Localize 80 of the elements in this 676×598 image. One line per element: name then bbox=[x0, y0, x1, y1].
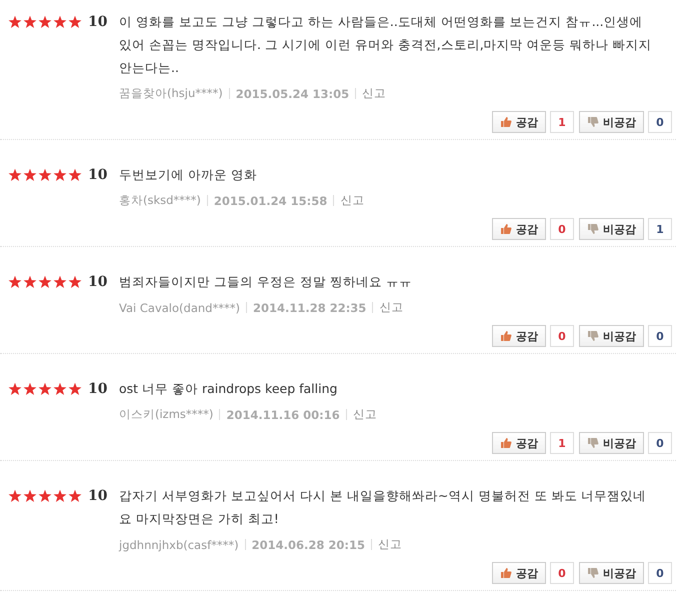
thumbs-up-icon bbox=[500, 437, 512, 449]
like-count: 0 bbox=[550, 562, 574, 584]
star-icon bbox=[68, 274, 82, 288]
star-icon bbox=[68, 382, 82, 396]
star-icon bbox=[23, 14, 37, 28]
like-count: 1 bbox=[550, 432, 574, 454]
dislike-button[interactable]: 비공감 bbox=[579, 111, 644, 133]
like-count: 0 bbox=[550, 218, 574, 240]
rating-score: 10 bbox=[88, 274, 108, 290]
star-icon bbox=[38, 382, 52, 396]
thumbs-up-icon bbox=[500, 116, 512, 128]
review-text: 범죄자들이지만 그들의 우정은 정말 찡하네요 ㅠㅠ bbox=[119, 273, 413, 291]
review-date: 2014.11.16 00:16 bbox=[226, 408, 340, 422]
rating-score: 10 bbox=[88, 166, 108, 182]
report-link[interactable]: 신고 bbox=[378, 537, 402, 552]
rating-score: 10 bbox=[88, 380, 108, 396]
star-icon bbox=[68, 14, 82, 28]
report-link[interactable]: 신고 bbox=[340, 193, 364, 208]
star-icon bbox=[8, 274, 22, 288]
like-button[interactable]: 공감 bbox=[492, 111, 546, 133]
star-icon bbox=[38, 168, 52, 182]
like-count: 1 bbox=[550, 111, 574, 133]
star-icon bbox=[38, 274, 52, 288]
review-date: 2015.01.24 15:58 bbox=[214, 194, 328, 208]
star-icon bbox=[23, 382, 37, 396]
rating-score: 10 bbox=[88, 488, 108, 504]
thumbs-down-icon bbox=[587, 330, 599, 342]
star-icon bbox=[53, 168, 67, 182]
report-link[interactable]: 신고 bbox=[379, 300, 404, 315]
review-text: 갑자기 서부영화가 보고싶어서 다시 본 내일을향해쏴라~역시 명불허전 또 봐도 너무잼있네요 마지막장면은 가히 최고! bbox=[119, 487, 648, 528]
author-name: 이스키(izms****) bbox=[119, 407, 214, 422]
thumbs-up-icon bbox=[500, 567, 512, 579]
star-icon bbox=[53, 382, 67, 396]
dislike-count: 0 bbox=[648, 562, 672, 584]
review-date: 2015.05.24 13:05 bbox=[236, 86, 350, 100]
report-link[interactable]: 신고 bbox=[362, 86, 386, 101]
star-icon bbox=[23, 274, 37, 288]
author-name: jgdhnnjhxb(casf****) bbox=[119, 538, 239, 552]
star-icon bbox=[8, 168, 22, 182]
star-icon bbox=[53, 14, 67, 28]
dislike-count: 0 bbox=[648, 325, 672, 347]
author-name: 홍차(sksd****) bbox=[119, 193, 201, 208]
thumbs-down-icon bbox=[587, 116, 599, 128]
thumbs-down-icon bbox=[587, 567, 599, 579]
star-icon bbox=[8, 382, 22, 396]
dislike-button[interactable]: 비공감 bbox=[579, 325, 644, 347]
thumbs-up-icon bbox=[500, 330, 512, 342]
star-icon bbox=[68, 168, 82, 182]
dislike-button[interactable]: 비공감 bbox=[579, 432, 644, 454]
thumbs-up-icon bbox=[500, 223, 512, 235]
like-button[interactable]: 공감 bbox=[492, 432, 546, 454]
review-text: 이 영화를 보고도 그냥 그렇다고 하는 사람들은..도대체 어떤영화를 보는건지 참ㅠ...인생에 있어 손꼽는 명작입니다. 그 시기에 이런 유머와 충격전,스토리,마지막 여운등 뭐하나 빠지지 안는다는.. bbox=[119, 13, 653, 77]
dislike-count: 0 bbox=[648, 432, 672, 454]
star-icon bbox=[53, 488, 67, 502]
thumbs-down-icon bbox=[587, 223, 599, 235]
star-icon bbox=[23, 488, 37, 502]
like-button[interactable]: 공감 bbox=[492, 325, 546, 347]
star-icon bbox=[68, 488, 82, 502]
review-text: 두번보기에 아까운 영화 bbox=[119, 166, 258, 184]
star-icon bbox=[38, 14, 52, 28]
dislike-count: 0 bbox=[648, 111, 672, 133]
rating-score: 10 bbox=[88, 14, 108, 30]
dislike-count: 1 bbox=[648, 218, 672, 240]
star-icon bbox=[8, 488, 22, 502]
like-count: 0 bbox=[550, 325, 574, 347]
dislike-button[interactable]: 비공감 bbox=[579, 218, 644, 240]
review-date: 2014.06.28 20:15 bbox=[252, 538, 366, 552]
review-text: ost 너무 좋아 raindrops keep falling bbox=[119, 380, 338, 398]
star-icon bbox=[8, 14, 22, 28]
author-name: Vai Cavalo(dand****) bbox=[119, 300, 240, 314]
like-button[interactable]: 공감 bbox=[492, 218, 546, 240]
author-name: 꿈을찾아(hsju****) bbox=[119, 86, 223, 101]
dislike-button[interactable]: 비공감 bbox=[579, 562, 644, 584]
review-date: 2014.11.28 22:35 bbox=[252, 300, 366, 314]
star-icon bbox=[53, 274, 67, 288]
like-button[interactable]: 공감 bbox=[492, 562, 546, 584]
report-link[interactable]: 신고 bbox=[352, 407, 377, 422]
thumbs-down-icon bbox=[587, 437, 599, 449]
star-icon bbox=[38, 488, 52, 502]
star-icon bbox=[23, 168, 37, 182]
